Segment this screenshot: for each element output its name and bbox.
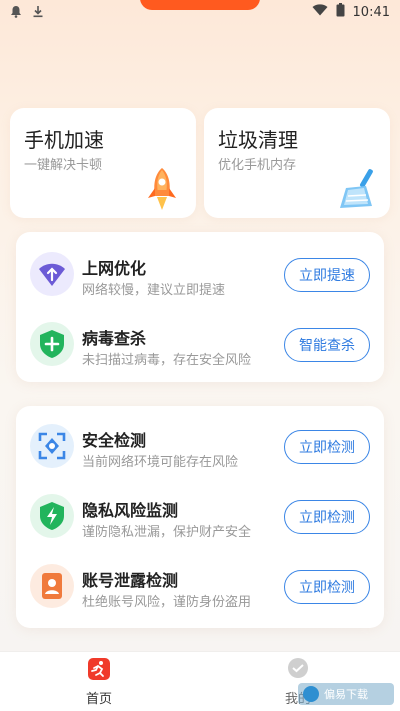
- item-title: 病毒查杀: [82, 329, 147, 348]
- item-title: 安全检测: [82, 431, 147, 450]
- nav-home-tab[interactable]: 首页: [59, 658, 139, 707]
- security-panel: 安全检测 当前网络环境可能存在风险 立即检测 隐私风险监测 谨防隐私泄漏，保护财…: [16, 406, 384, 628]
- watermark-text: 偏易下载: [324, 688, 368, 701]
- smart-scan-button[interactable]: 智能查杀: [284, 328, 370, 362]
- card-subtitle: 一键解决卡顿: [24, 158, 103, 173]
- clock: 10:41: [352, 4, 390, 20]
- battery-icon: [336, 3, 345, 21]
- detect-button[interactable]: 立即检测: [284, 570, 370, 604]
- notification-bell-icon: [10, 3, 22, 22]
- chat-icon: [288, 658, 308, 678]
- shield-bolt-icon: [30, 494, 74, 538]
- item-desc: 当前网络环境可能存在风险: [82, 455, 239, 470]
- detect-button[interactable]: 立即检测: [284, 500, 370, 534]
- detect-button[interactable]: 立即检测: [284, 430, 370, 464]
- id-card-icon: [30, 564, 74, 608]
- download-icon: [32, 3, 44, 22]
- list-item: 安全检测 当前网络环境可能存在风险 立即检测: [16, 416, 384, 476]
- list-item: 隐私风险监测 谨防隐私泄漏，保护财产安全 立即检测: [16, 486, 384, 546]
- item-desc: 杜绝账号风险，谨防身份盗用: [82, 595, 252, 610]
- watermark-badge: 偏易下载: [298, 683, 394, 705]
- junk-clean-card[interactable]: 垃圾清理 优化手机内存: [204, 108, 390, 218]
- nav-home-label: 首页: [85, 692, 112, 707]
- item-title: 上网优化: [82, 259, 147, 278]
- item-desc: 谨防隐私泄漏，保护财产安全: [82, 525, 252, 540]
- runner-icon: [88, 658, 110, 680]
- item-desc: 未扫描过病毒，存在安全风险: [82, 353, 252, 368]
- shield-plus-icon: [30, 322, 74, 366]
- wifi-icon: [312, 4, 328, 20]
- card-title: 手机加速: [24, 128, 104, 152]
- list-item: 账号泄露检测 杜绝账号风险，谨防身份盗用 立即检测: [16, 556, 384, 616]
- item-title: 隐私风险监测: [82, 501, 179, 520]
- card-title: 垃圾清理: [218, 128, 298, 152]
- list-item: 病毒查杀 未扫描过病毒，存在安全风险 智能查杀: [16, 314, 384, 374]
- network-virus-panel: 上网优化 网络较慢，建议立即提速 立即提速 病毒查杀 未扫描过病毒，存在安全风险…: [16, 232, 384, 382]
- watermark-logo-icon: [303, 686, 319, 702]
- wifi-up-icon: [30, 252, 74, 296]
- item-desc: 网络较慢，建议立即提速: [82, 283, 226, 298]
- item-title: 账号泄露检测: [82, 571, 179, 590]
- rocket-icon: [142, 166, 182, 212]
- card-subtitle: 优化手机内存: [218, 158, 297, 173]
- status-bar: 10:41: [0, 0, 400, 22]
- phone-boost-card[interactable]: 手机加速 一键解决卡顿: [10, 108, 196, 218]
- scan-icon: [30, 424, 74, 468]
- speed-up-button[interactable]: 立即提速: [284, 258, 370, 292]
- list-item: 上网优化 网络较慢，建议立即提速 立即提速: [16, 244, 384, 304]
- broom-icon: [336, 166, 376, 212]
